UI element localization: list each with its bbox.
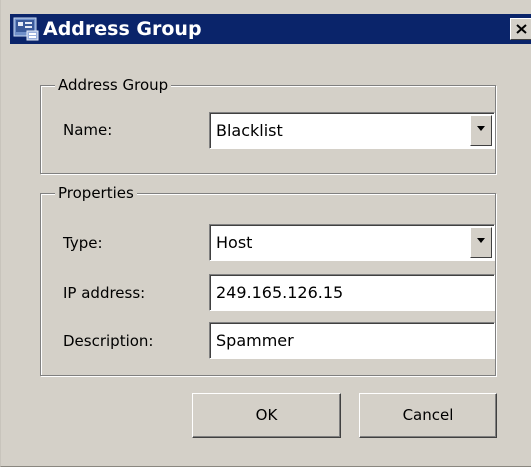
type-dropdown[interactable]: Host [209, 224, 495, 261]
ip-address-field[interactable]: 249.165.126.15 [209, 274, 495, 311]
name-label: Name: [63, 121, 113, 139]
chevron-down-icon [477, 238, 485, 243]
type-dropdown-button[interactable] [470, 227, 492, 258]
name-dropdown[interactable]: Blacklist [209, 112, 495, 149]
chevron-down-icon [477, 126, 485, 131]
ip-address-value: 249.165.126.15 [216, 283, 344, 302]
title-bar[interactable]: Address Group [10, 14, 531, 44]
type-dropdown-value: Host [216, 233, 253, 252]
window-title: Address Group [43, 18, 202, 40]
address-group-legend: Address Group [55, 75, 172, 95]
ip-address-label: IP address: [63, 284, 146, 302]
cancel-button-label: Cancel [402, 406, 454, 424]
type-label: Type: [63, 234, 103, 252]
description-label: Description: [63, 332, 154, 350]
close-button[interactable] [510, 18, 531, 40]
address-group-dialog: Address Group Address Group Name: Blackl… [0, 0, 531, 467]
ok-button[interactable]: OK [192, 393, 341, 438]
description-field[interactable]: Spammer [209, 322, 495, 359]
ok-button-label: OK [255, 406, 278, 424]
name-dropdown-button[interactable] [470, 115, 492, 146]
close-icon [516, 24, 527, 34]
description-value: Spammer [216, 331, 294, 350]
properties-legend: Properties [55, 183, 137, 203]
name-dropdown-value: Blacklist [216, 121, 283, 140]
app-icon [13, 17, 39, 41]
cancel-button[interactable]: Cancel [359, 393, 497, 438]
